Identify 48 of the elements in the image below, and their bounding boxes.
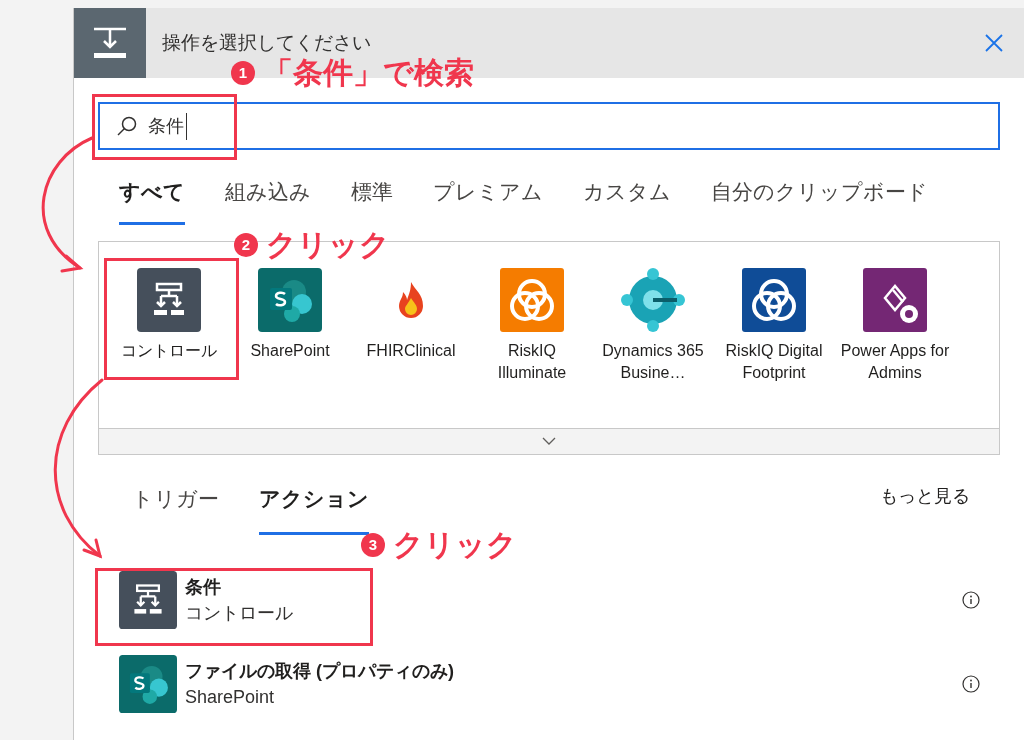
action-title: ファイルの取得 (プロパティのみ) (185, 660, 454, 683)
annotation-label: 「条件」で検索 (263, 58, 474, 88)
letter-s-circles-icon (119, 655, 177, 713)
interlocking-rings-icon (500, 267, 564, 332)
connector-name: Dynamics 365 Busine… (601, 340, 705, 383)
dialog-title: 操作を選択してください (162, 30, 371, 55)
category-tab[interactable]: すべて (119, 176, 185, 225)
connector-tile[interactable]: RiskIQ Digital Footprint (718, 267, 830, 428)
action-subtitle: コントロール (185, 602, 293, 625)
category-tab[interactable]: 組み込み (225, 176, 311, 225)
search-field[interactable]: 条件 (98, 102, 1000, 150)
info-icon[interactable] (962, 591, 980, 609)
connector-tile[interactable]: SharePoint (234, 267, 346, 428)
more-link[interactable]: もっと見る (880, 482, 970, 510)
info-icon[interactable] (962, 675, 980, 693)
connector-name: RiskIQ Illuminate (496, 340, 568, 383)
search-text: 条件 (148, 112, 187, 140)
category-tab[interactable]: 自分のクリップボード (711, 176, 928, 225)
connector-tile[interactable]: コントロール (113, 267, 225, 428)
annotation-label: クリック (266, 230, 390, 260)
action-subtitle: SharePoint (185, 686, 276, 709)
connector-tile[interactable]: Dynamics 365 Busine… (597, 267, 709, 428)
hub-circle-icon (621, 267, 685, 332)
interlocking-rings-icon (742, 267, 806, 332)
branch-arrows-icon (137, 267, 201, 332)
category-tab[interactable]: 標準 (351, 176, 393, 225)
connector-name: コントロール (121, 340, 217, 361)
action-tab[interactable]: アクション (259, 482, 369, 535)
connector-name: FHIRClinical (366, 340, 456, 361)
connector-name: Power Apps for Admins (839, 340, 951, 383)
letter-s-circles-icon (258, 267, 322, 332)
category-tab[interactable]: カスタム (583, 176, 671, 225)
chevron-down-icon (542, 437, 556, 445)
close-icon (984, 33, 1004, 53)
action-tab[interactable]: トリガー (132, 482, 219, 535)
branch-arrows-icon (119, 571, 177, 629)
annotation-label: クリック (393, 530, 517, 560)
diamond-gear-icon (863, 267, 927, 332)
category-tab[interactable]: プレミアム (433, 176, 543, 225)
action-title: 条件 (185, 576, 222, 599)
connector-name: SharePoint (250, 340, 330, 361)
connector-name: RiskIQ Digital Footprint (724, 340, 824, 383)
connector-tile[interactable]: Power Apps for Admins (839, 267, 951, 428)
action-row[interactable]: 条件 コントロール (98, 569, 1000, 631)
action-row[interactable]: ファイルの取得 (プロパティのみ) SharePoint (98, 653, 1000, 715)
connector-tile[interactable]: RiskIQ Illuminate (476, 267, 588, 428)
search-icon (116, 115, 138, 137)
connector-tile[interactable]: FHIRClinical (355, 267, 467, 428)
